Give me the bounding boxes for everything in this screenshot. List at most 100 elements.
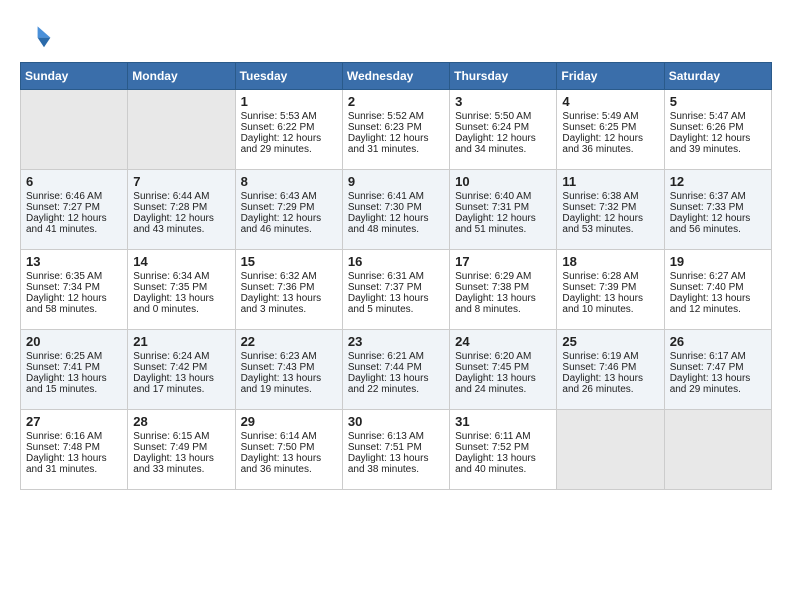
- day-cell: 15Sunrise: 6:32 AMSunset: 7:36 PMDayligh…: [235, 250, 342, 330]
- sunrise-text: Sunrise: 6:43 AM: [241, 191, 337, 202]
- sunrise-text: Sunrise: 6:13 AM: [348, 431, 444, 442]
- header-sunday: Sunday: [21, 63, 128, 90]
- day-cell: 18Sunrise: 6:28 AMSunset: 7:39 PMDayligh…: [557, 250, 664, 330]
- sunset-text: Sunset: 6:22 PM: [241, 122, 337, 133]
- sunrise-text: Sunrise: 6:32 AM: [241, 271, 337, 282]
- day-cell: 3Sunrise: 5:50 AMSunset: 6:24 PMDaylight…: [450, 90, 557, 170]
- day-cell: 19Sunrise: 6:27 AMSunset: 7:40 PMDayligh…: [664, 250, 771, 330]
- day-cell: 10Sunrise: 6:40 AMSunset: 7:31 PMDayligh…: [450, 170, 557, 250]
- week-row-4: 20Sunrise: 6:25 AMSunset: 7:41 PMDayligh…: [21, 330, 772, 410]
- header-wednesday: Wednesday: [342, 63, 449, 90]
- day-number: 19: [670, 254, 766, 269]
- daylight-text: Daylight: 13 hours and 33 minutes.: [133, 453, 229, 475]
- day-number: 31: [455, 414, 551, 429]
- sunset-text: Sunset: 7:45 PM: [455, 362, 551, 373]
- sunrise-text: Sunrise: 5:49 AM: [562, 111, 658, 122]
- sunrise-text: Sunrise: 6:17 AM: [670, 351, 766, 362]
- day-cell: 30Sunrise: 6:13 AMSunset: 7:51 PMDayligh…: [342, 410, 449, 490]
- sunrise-text: Sunrise: 6:14 AM: [241, 431, 337, 442]
- day-number: 9: [348, 174, 444, 189]
- header-row: SundayMondayTuesdayWednesdayThursdayFrid…: [21, 63, 772, 90]
- sunrise-text: Sunrise: 5:52 AM: [348, 111, 444, 122]
- daylight-text: Daylight: 13 hours and 15 minutes.: [26, 373, 122, 395]
- day-number: 3: [455, 94, 551, 109]
- day-number: 15: [241, 254, 337, 269]
- sunrise-text: Sunrise: 6:23 AM: [241, 351, 337, 362]
- day-number: 27: [26, 414, 122, 429]
- day-number: 22: [241, 334, 337, 349]
- day-cell: 21 Sunrise: 6:24 AMSunset: 7:42 PMDayligh…: [128, 330, 235, 410]
- day-number: 16: [348, 254, 444, 269]
- day-number: 6: [26, 174, 122, 189]
- sunset-text: Sunset: 7:33 PM: [670, 202, 766, 213]
- day-cell: [21, 90, 128, 170]
- day-number: 26: [670, 334, 766, 349]
- sunset-text: Sunset: 7:48 PM: [26, 442, 122, 453]
- day-number: 20: [26, 334, 122, 349]
- sunrise-text: Sunrise: 6:34 AM: [133, 271, 229, 282]
- day-cell: 29Sunrise: 6:14 AMSunset: 7:50 PMDayligh…: [235, 410, 342, 490]
- day-cell: 13Sunrise: 6:35 AMSunset: 7:34 PMDayligh…: [21, 250, 128, 330]
- day-number: 8: [241, 174, 337, 189]
- sunset-text: Sunset: 7:43 PM: [241, 362, 337, 373]
- sunset-text: Sunset: 7:47 PM: [670, 362, 766, 373]
- sunrise-text: Sunrise: 6:35 AM: [26, 271, 122, 282]
- day-cell: 11Sunrise: 6:38 AMSunset: 7:32 PMDayligh…: [557, 170, 664, 250]
- day-number: 23: [348, 334, 444, 349]
- day-cell: 5Sunrise: 5:47 AMSunset: 6:26 PMDaylight…: [664, 90, 771, 170]
- logo: [20, 20, 56, 52]
- sunrise-text: Sunrise: 6:21 AM: [348, 351, 444, 362]
- daylight-text: Daylight: 13 hours and 17 minutes.: [133, 373, 229, 395]
- daylight-text: Daylight: 13 hours and 26 minutes.: [562, 373, 658, 395]
- sunrise-text: Sunrise: 6:24 AM: [133, 351, 229, 362]
- day-cell: 9Sunrise: 6:41 AMSunset: 7:30 PMDaylight…: [342, 170, 449, 250]
- day-cell: 31Sunrise: 6:11 AMSunset: 7:52 PMDayligh…: [450, 410, 557, 490]
- daylight-text: Daylight: 12 hours and 48 minutes.: [348, 213, 444, 235]
- day-cell: 20Sunrise: 6:25 AMSunset: 7:41 PMDayligh…: [21, 330, 128, 410]
- daylight-text: Daylight: 12 hours and 41 minutes.: [26, 213, 122, 235]
- sunset-text: Sunset: 7:28 PM: [133, 202, 229, 213]
- day-cell: 27Sunrise: 6:16 AMSunset: 7:48 PMDayligh…: [21, 410, 128, 490]
- sunrise-text: Sunrise: 6:25 AM: [26, 351, 122, 362]
- day-cell: 4Sunrise: 5:49 AMSunset: 6:25 PMDaylight…: [557, 90, 664, 170]
- sunset-text: Sunset: 7:36 PM: [241, 282, 337, 293]
- daylight-text: Daylight: 13 hours and 29 minutes.: [670, 373, 766, 395]
- daylight-text: Daylight: 13 hours and 24 minutes.: [455, 373, 551, 395]
- daylight-text: Daylight: 13 hours and 38 minutes.: [348, 453, 444, 475]
- sunrise-text: Sunrise: 5:50 AM: [455, 111, 551, 122]
- daylight-text: Daylight: 12 hours and 46 minutes.: [241, 213, 337, 235]
- daylight-text: Daylight: 13 hours and 10 minutes.: [562, 293, 658, 315]
- day-number: 21: [133, 334, 229, 349]
- sunset-text: Sunset: 7:42 PM: [133, 362, 229, 373]
- daylight-text: Daylight: 12 hours and 39 minutes.: [670, 133, 766, 155]
- sunset-text: Sunset: 6:23 PM: [348, 122, 444, 133]
- sunset-text: Sunset: 7:51 PM: [348, 442, 444, 453]
- day-number: 10: [455, 174, 551, 189]
- day-cell: [557, 410, 664, 490]
- header-monday: Monday: [128, 63, 235, 90]
- sunrise-text: Sunrise: 6:20 AM: [455, 351, 551, 362]
- sunrise-text: Sunrise: 6:44 AM: [133, 191, 229, 202]
- sunrise-text: Sunrise: 6:15 AM: [133, 431, 229, 442]
- day-number: 13: [26, 254, 122, 269]
- day-cell: 26 Sunrise: 6:17 AMSunset: 7:47 PMDayligh…: [664, 330, 771, 410]
- sunset-text: Sunset: 7:31 PM: [455, 202, 551, 213]
- week-row-1: 1Sunrise: 5:53 AMSunset: 6:22 PMDaylight…: [21, 90, 772, 170]
- logo-icon: [20, 20, 52, 52]
- day-number: 14: [133, 254, 229, 269]
- day-cell: 2Sunrise: 5:52 AMSunset: 6:23 PMDaylight…: [342, 90, 449, 170]
- day-cell: [128, 90, 235, 170]
- sunrise-text: Sunrise: 5:53 AM: [241, 111, 337, 122]
- sunrise-text: Sunrise: 6:46 AM: [26, 191, 122, 202]
- sunrise-text: Sunrise: 6:37 AM: [670, 191, 766, 202]
- day-cell: 8Sunrise: 6:43 AMSunset: 7:29 PMDaylight…: [235, 170, 342, 250]
- sunrise-text: Sunrise: 6:29 AM: [455, 271, 551, 282]
- day-cell: [664, 410, 771, 490]
- sunset-text: Sunset: 7:38 PM: [455, 282, 551, 293]
- sunrise-text: Sunrise: 6:31 AM: [348, 271, 444, 282]
- sunrise-text: Sunrise: 6:11 AM: [455, 431, 551, 442]
- day-number: 18: [562, 254, 658, 269]
- sunset-text: Sunset: 7:39 PM: [562, 282, 658, 293]
- sunset-text: Sunset: 7:34 PM: [26, 282, 122, 293]
- sunset-text: Sunset: 7:32 PM: [562, 202, 658, 213]
